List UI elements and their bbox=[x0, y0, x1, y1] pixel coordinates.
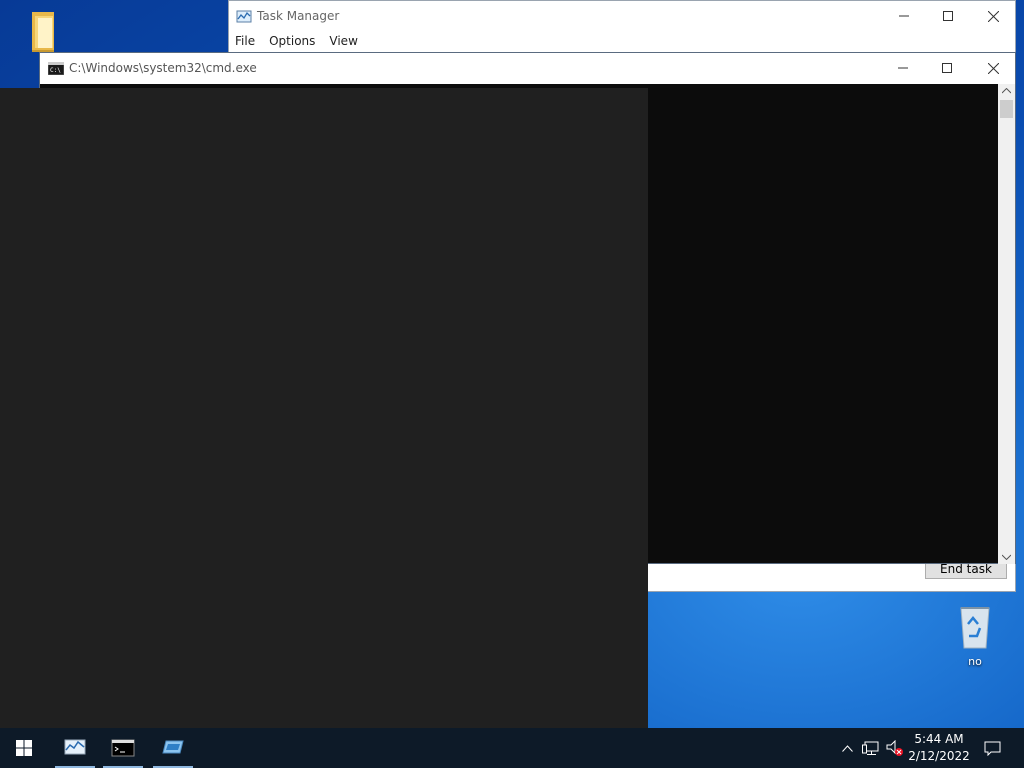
taskbar-task-manager[interactable] bbox=[55, 728, 95, 768]
cmd-icon: C:\ bbox=[48, 62, 64, 75]
close-icon bbox=[987, 62, 999, 74]
scroll-up-icon[interactable] bbox=[1002, 88, 1011, 94]
taskbar: 5:44 AM 2/12/2022 bbox=[0, 728, 1024, 768]
recycle-bin-icon bbox=[960, 607, 990, 649]
cmd-scrollbar[interactable] bbox=[998, 84, 1015, 564]
taskbar-cmd[interactable] bbox=[103, 728, 143, 768]
close-icon bbox=[987, 10, 999, 22]
taskbar-clock[interactable]: 5:44 AM 2/12/2022 bbox=[904, 731, 974, 765]
network-tray-button[interactable] bbox=[861, 728, 881, 768]
taskbar-remote-desktop[interactable] bbox=[153, 728, 193, 768]
desktop-recycle-bin[interactable]: no bbox=[945, 602, 1005, 668]
cmd-maximize-button[interactable] bbox=[924, 53, 970, 83]
task-manager-close-button[interactable] bbox=[970, 1, 1016, 31]
start-button[interactable] bbox=[4, 728, 44, 768]
windows-logo-icon bbox=[16, 740, 32, 756]
maximize-icon bbox=[942, 63, 952, 73]
scroll-down-icon[interactable] bbox=[1002, 554, 1011, 560]
task-manager-minimize-button[interactable] bbox=[881, 1, 927, 31]
volume-muted-icon bbox=[886, 740, 903, 756]
menu-options[interactable]: Options bbox=[269, 34, 315, 48]
notification-icon bbox=[984, 741, 1000, 756]
clock-time: 5:44 AM bbox=[914, 732, 964, 746]
task-manager-icon bbox=[64, 739, 86, 755]
cmd-titlebar: C:\ C:\Windows\system32\cmd.exe bbox=[40, 53, 1015, 84]
task-manager-title: Task Manager bbox=[257, 9, 340, 23]
task-manager-maximize-button[interactable] bbox=[925, 1, 971, 31]
volume-tray-button[interactable] bbox=[884, 728, 906, 768]
cmd-title: C:\Windows\system32\cmd.exe bbox=[69, 61, 257, 75]
cmd-minimize-button[interactable] bbox=[880, 53, 926, 83]
clock-date: 2/12/2022 bbox=[908, 749, 970, 763]
action-center-button[interactable] bbox=[980, 728, 1004, 768]
cmd-icon bbox=[111, 739, 135, 757]
maximize-icon bbox=[943, 11, 953, 21]
chevron-up-icon bbox=[841, 744, 853, 752]
network-icon bbox=[862, 741, 879, 755]
minimize-icon bbox=[898, 67, 908, 69]
menu-file[interactable]: File bbox=[235, 34, 255, 48]
svg-text:C:\: C:\ bbox=[50, 67, 61, 74]
recycle-bin-label: no bbox=[968, 655, 982, 668]
folder-icon bbox=[32, 12, 54, 52]
task-manager-icon bbox=[236, 10, 252, 23]
dark-overlay-panel bbox=[0, 88, 648, 728]
remote-desktop-icon bbox=[162, 740, 184, 754]
cmd-close-button[interactable] bbox=[970, 53, 1016, 83]
show-hidden-icons-button[interactable] bbox=[838, 728, 856, 768]
scrollbar-thumb[interactable] bbox=[1000, 100, 1013, 118]
desktop-folder-icon[interactable] bbox=[12, 8, 72, 57]
task-manager-menubar: File Options View bbox=[235, 34, 358, 48]
menu-view[interactable]: View bbox=[329, 34, 357, 48]
minimize-icon bbox=[899, 15, 909, 17]
